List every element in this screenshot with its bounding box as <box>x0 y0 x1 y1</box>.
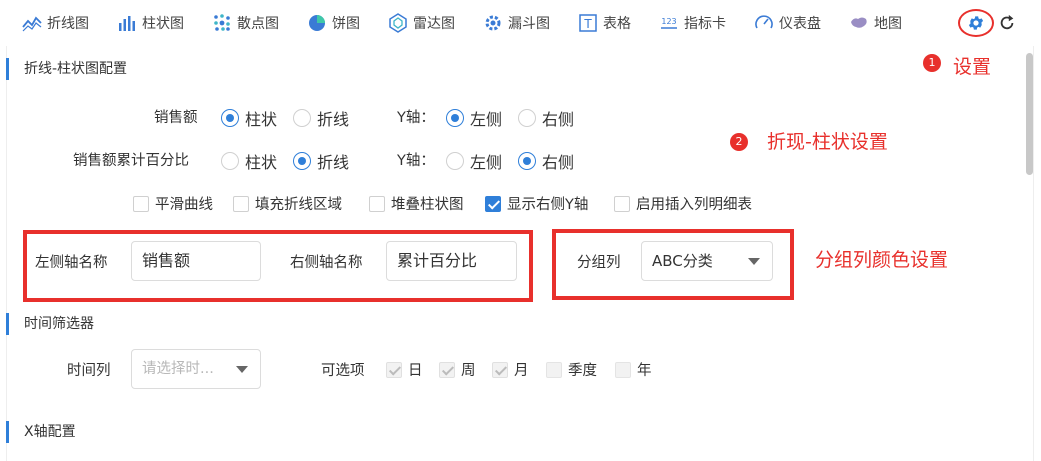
series2-type-line-radio[interactable]: 折线 <box>293 149 349 173</box>
funnel-chart-icon <box>485 15 501 31</box>
enable-detail-table-checkbox[interactable]: 启用插入列明细表 <box>614 193 752 214</box>
time-option-week-checkbox[interactable]: 周 <box>439 359 476 380</box>
series-name-label: 销售额累计百分比 <box>73 153 189 169</box>
tab-label: 饼图 <box>332 16 360 32</box>
series1-yaxis-right-radio[interactable]: 右侧 <box>518 106 574 130</box>
time-options-label: 可选项 <box>321 363 365 379</box>
annotation-text-combo-settings: 折现-柱状设置 <box>767 131 888 153</box>
gauge-icon <box>755 15 773 29</box>
fill-line-area-checkbox[interactable]: 填充折线区域 <box>233 193 342 214</box>
tab-label: 柱状图 <box>142 16 184 32</box>
table-icon: T <box>579 14 597 32</box>
svg-text:T: T <box>583 17 592 31</box>
annotation-text-group-color: 分组列颜色设置 <box>815 249 949 271</box>
section-title-x-axis: X轴配置 <box>6 421 76 443</box>
smooth-curve-checkbox[interactable]: 平滑曲线 <box>133 193 213 214</box>
tab-label: 表格 <box>603 16 631 32</box>
scatter-chart-icon <box>214 14 230 31</box>
time-column-label: 时间列 <box>67 363 111 379</box>
tab-pie-chart[interactable]: 饼图 <box>307 0 360 46</box>
tab-table[interactable]: T 表格 <box>578 0 631 46</box>
scrollbar[interactable] <box>1026 53 1033 175</box>
map-icon <box>851 17 867 28</box>
series2-yaxis-right-radio[interactable]: 右侧 <box>518 149 574 173</box>
tab-funnel-chart[interactable]: 漏斗图 <box>483 0 550 46</box>
series2-type-bar-radio[interactable]: 柱状 <box>221 149 277 173</box>
radar-chart-icon <box>389 13 407 33</box>
chevron-down-icon <box>236 366 248 373</box>
refresh-icon[interactable] <box>998 14 1016 32</box>
section-title-combo: 折线-柱状图配置 <box>6 58 127 80</box>
chart-type-toolbar: 折线图 柱状图 散点图 饼图 雷达图 漏斗图 T 表格 123 指标卡 仪表盘 … <box>0 0 1041 46</box>
time-option-day-checkbox[interactable]: 日 <box>386 359 423 380</box>
tab-line-chart[interactable]: 折线图 <box>22 0 89 46</box>
tab-gauge[interactable]: 仪表盘 <box>754 0 821 46</box>
series2-yaxis-left-radio[interactable]: 左侧 <box>446 149 502 173</box>
tab-radar-chart[interactable]: 雷达图 <box>388 0 455 46</box>
tab-label: 散点图 <box>237 16 279 32</box>
time-option-month-checkbox[interactable]: 月 <box>492 359 529 380</box>
time-option-year-checkbox[interactable]: 年 <box>615 359 652 380</box>
stacked-bar-checkbox[interactable]: 堆叠柱状图 <box>369 193 464 214</box>
line-chart-icon <box>22 16 42 32</box>
tab-label: 折线图 <box>47 16 89 32</box>
annotation-badge-1: 1 <box>923 54 941 72</box>
settings-button[interactable] <box>958 9 994 37</box>
tab-label: 漏斗图 <box>508 16 550 32</box>
annotation-badge-2: 2 <box>730 133 748 151</box>
series1-yaxis-left-radio[interactable]: 左侧 <box>446 106 502 130</box>
tab-kpi-card[interactable]: 123 指标卡 <box>659 0 726 46</box>
tab-map[interactable]: 地图 <box>849 0 902 46</box>
series1-type-line-radio[interactable]: 折线 <box>293 106 349 130</box>
bar-chart-icon <box>119 16 135 31</box>
yaxis-label: Y轴： <box>397 153 435 169</box>
gear-icon <box>968 16 984 30</box>
tab-scatter-chart[interactable]: 散点图 <box>212 0 279 46</box>
yaxis-label: Y轴： <box>397 110 435 126</box>
pie-chart-icon <box>309 15 325 31</box>
time-option-quarter-checkbox[interactable]: 季度 <box>546 359 597 380</box>
section-title-time-filter: 时间筛选器 <box>6 313 94 335</box>
annotation-box-group-column <box>552 229 794 300</box>
series1-type-bar-radio[interactable]: 柱状 <box>221 106 277 130</box>
tab-bar-chart[interactable]: 柱状图 <box>117 0 184 46</box>
show-right-yaxis-checkbox[interactable]: 显示右侧Y轴 <box>485 193 588 214</box>
tab-label: 地图 <box>874 16 902 32</box>
kpi-card-icon: 123 <box>661 17 677 29</box>
tab-label: 指标卡 <box>684 16 726 32</box>
annotation-text-settings: 设置 <box>953 56 992 78</box>
tab-label: 雷达图 <box>413 16 455 32</box>
annotation-box-axis-names <box>23 230 533 302</box>
time-column-select[interactable]: 请选择时... <box>131 349 261 389</box>
tab-label: 仪表盘 <box>779 16 821 32</box>
series-name-label: 销售额 <box>154 110 198 126</box>
svg-text:123: 123 <box>661 17 676 26</box>
